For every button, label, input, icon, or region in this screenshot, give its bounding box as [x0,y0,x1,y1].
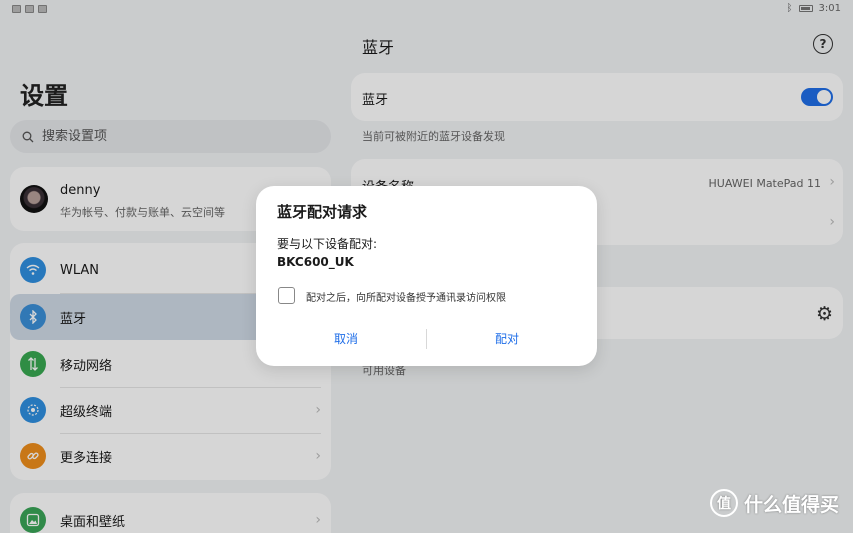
pair-button[interactable]: 配对 [422,325,592,351]
watermark: 值 什么值得买 [709,489,839,517]
cancel-button[interactable]: 取消 [261,325,431,351]
dialog-title: 蓝牙配对请求 [277,203,368,221]
dialog-device-name: BKC600_UK [277,255,354,269]
pairing-dialog: 蓝牙配对请求 要与以下设备配对: BKC600_UK 配对之后，向所配对设备授予… [256,186,597,366]
watermark-text: 什么值得买 [743,493,839,516]
dialog-message: 要与以下设备配对: [277,237,378,251]
contacts-access-label: 配对之后，向所配对设备授予通讯录访问权限 [306,293,506,304]
contacts-access-checkbox[interactable] [278,287,295,304]
watermark-badge: 值 [709,489,738,517]
